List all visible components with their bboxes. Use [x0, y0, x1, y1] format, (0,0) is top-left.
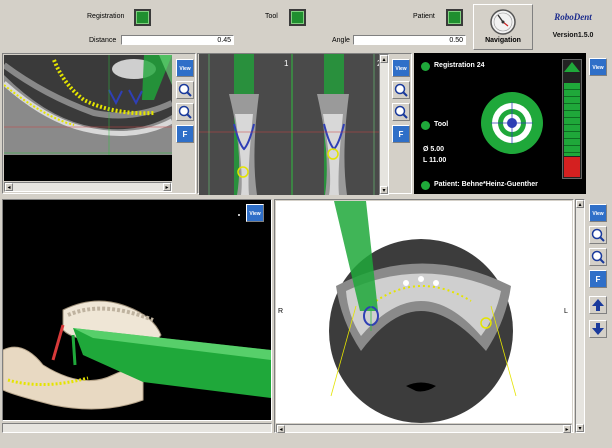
cross-section-vertical-scrollbar[interactable]: ▴ ▾ [379, 54, 389, 195]
model-3d-image[interactable] [3, 200, 271, 420]
panoramic-view-panel: ◂ ▸ View F [2, 53, 196, 194]
angle-label: Angle [332, 37, 350, 44]
panoramic-horizontal-scrollbar[interactable]: ◂ ▸ [4, 182, 172, 192]
zoom-out-icon[interactable] [176, 103, 194, 121]
scroll-down-arrow-icon[interactable]: ▾ [576, 424, 584, 432]
tool-status-text: Tool [434, 121, 449, 128]
navigation-button[interactable]: Navigation [473, 4, 533, 50]
registration-label: Registration [87, 13, 125, 20]
navigation-button-label: Navigation [485, 37, 521, 44]
model-3d-panel [2, 199, 272, 421]
registration-status-indicator [134, 9, 151, 26]
tool-status-dot [421, 121, 430, 130]
compass-icon [490, 9, 516, 35]
axial-ct-panel: R L ◂ ▸ [274, 199, 574, 433]
scroll-right-arrow-icon[interactable]: ▸ [163, 183, 171, 191]
scroll-up-arrow-icon[interactable]: ▴ [380, 55, 388, 63]
depth-gauge [562, 59, 582, 179]
scroll-up-arrow-icon[interactable]: ▴ [576, 200, 584, 208]
panoramic-view-button[interactable]: View [176, 59, 194, 77]
scroll-down-arrow-icon[interactable]: ▾ [380, 186, 388, 194]
status-view-button[interactable]: View [589, 58, 607, 76]
axial-vertical-scrollbar[interactable]: ▴ ▾ [575, 199, 585, 433]
fit-view-icon[interactable]: F [589, 270, 607, 288]
side-label-right: R [278, 308, 283, 315]
patient-label: Patient [413, 13, 435, 20]
patient-status-text: Patient: Behne*Heinz-Guenther [434, 181, 538, 188]
patient-status-dot [421, 181, 430, 190]
zoom-out-icon[interactable] [589, 248, 607, 266]
distance-field: 0.45 [121, 35, 234, 45]
depth-gauge-warning-zone [564, 157, 580, 177]
model-3d-view-button[interactable]: View [246, 204, 264, 222]
zoom-in-icon[interactable] [176, 81, 194, 99]
slice-down-arrow-icon[interactable] [589, 320, 607, 338]
tool-length: L 11.00 [423, 157, 447, 164]
cross-section-panel: 1 2 ▴ ▾ View F [197, 53, 412, 195]
axial-horizontal-scrollbar[interactable]: ◂ ▸ [276, 424, 572, 433]
fit-view-icon[interactable]: F [392, 125, 410, 143]
axial-view-button[interactable]: View [589, 204, 607, 222]
top-toolbar: Registration Tool Patient Distance 0.45 … [0, 0, 612, 52]
side-label-left: L [564, 308, 568, 315]
brand-logo: RoboDent Version1.5.0 [538, 6, 608, 48]
version-text: Version1.5.0 [552, 32, 594, 39]
cross-section-view-button[interactable]: View [392, 59, 410, 77]
depth-arrow-icon [564, 62, 580, 72]
tool-label: Tool [265, 13, 278, 20]
angle-field: 0.50 [353, 35, 466, 45]
tool-status-indicator [289, 9, 306, 26]
panoramic-image[interactable] [4, 55, 172, 181]
target-bullseye [481, 92, 543, 154]
zoom-in-icon[interactable] [392, 81, 410, 99]
slice-label-1: 1 [284, 59, 289, 68]
brand-name: RoboDent [554, 12, 592, 22]
scroll-left-arrow-icon[interactable]: ◂ [5, 183, 13, 191]
axial-ct-image[interactable]: R L [276, 201, 572, 423]
slice-up-arrow-icon[interactable] [589, 296, 607, 314]
navigation-status-panel: Registration 24 Tool Ø 5.00 L 11.00 Pati… [414, 53, 586, 194]
zoom-out-icon[interactable] [392, 103, 410, 121]
registration-status-dot [421, 62, 430, 71]
tool-diameter: Ø 5.00 [423, 146, 445, 153]
patient-status-indicator [446, 9, 463, 26]
registration-status-text: Registration 24 [434, 62, 485, 69]
fit-view-icon[interactable]: F [176, 125, 194, 143]
scroll-left-arrow-icon[interactable]: ◂ [277, 425, 285, 433]
distance-label: Distance [89, 37, 117, 44]
cross-section-image[interactable]: 1 2 [199, 54, 389, 195]
scroll-right-arrow-icon[interactable]: ▸ [563, 425, 571, 433]
model-3d-horizontal-scrollbar[interactable] [2, 423, 272, 433]
zoom-in-icon[interactable] [589, 226, 607, 244]
depth-gauge-fill [564, 83, 580, 156]
